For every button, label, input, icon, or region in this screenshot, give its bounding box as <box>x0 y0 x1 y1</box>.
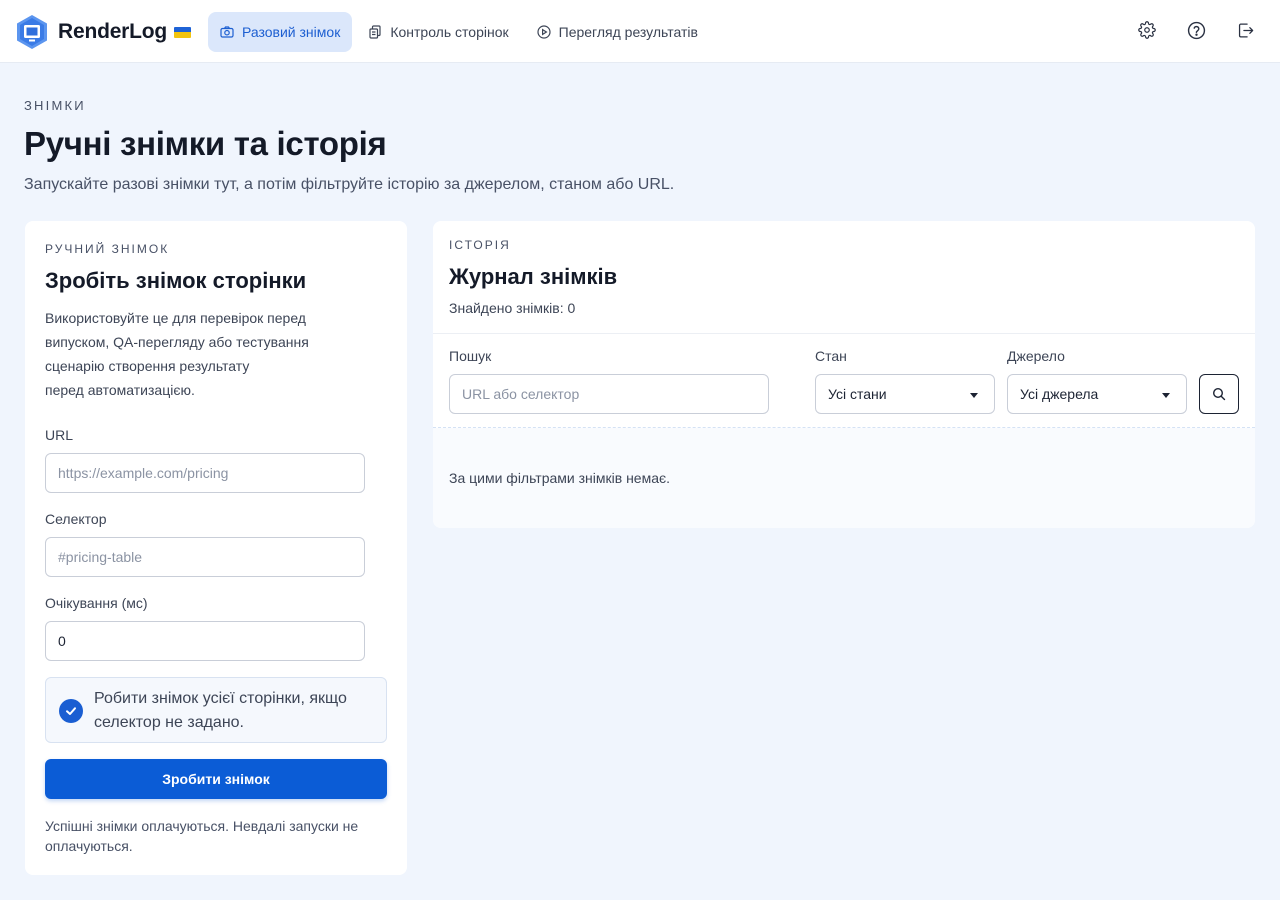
brand-name: RenderLog <box>58 20 168 43</box>
pages-copy-icon <box>368 25 382 39</box>
selector-input[interactable] <box>45 537 365 577</box>
checkmark-icon <box>66 707 76 715</box>
camera-icon <box>220 25 234 39</box>
gear-icon[interactable] <box>1136 19 1158 41</box>
source-select[interactable]: Усі джерела <box>1007 374 1187 414</box>
help-icon[interactable] <box>1185 19 1207 41</box>
state-select[interactable]: Усі стани <box>815 374 995 414</box>
wait-ms-input[interactable] <box>45 621 365 661</box>
card-eyebrow: РУЧНИЙ ЗНІМОК <box>45 242 170 256</box>
description-line: перед автоматизацією. <box>45 382 195 398</box>
description-line: Використовуйте це для перевірок перед <box>45 310 306 326</box>
tab-one-off-snapshot[interactable]: Разовий знімок <box>208 12 353 52</box>
tab-label: Контроль сторінок <box>390 24 509 40</box>
tab-results-review[interactable]: Перегляд результатів <box>525 12 710 52</box>
full-page-option[interactable]: Робити знімок усієї сторінки, якщо селек… <box>45 677 387 743</box>
state-select-value: Усі стани <box>828 386 887 402</box>
state-label: Стан <box>815 348 847 364</box>
caret-down-icon <box>970 393 978 398</box>
take-snapshot-button[interactable]: Зробити знімок <box>45 759 387 799</box>
option-line: Робити знімок усієї сторінки, якщо <box>94 690 347 707</box>
description-line: випуском, QA-перегляду або тестування <box>45 334 309 350</box>
divider <box>433 333 1255 334</box>
card-eyebrow: ІСТОРІЯ <box>449 238 511 252</box>
manual-snapshot-card: РУЧНИЙ ЗНІМОК Зробіть знімок сторінки Ви… <box>25 221 407 875</box>
caret-down-icon <box>1162 393 1170 398</box>
brand[interactable]: RenderLog <box>16 14 192 50</box>
results-count: Знайдено знімків: 0 <box>449 300 576 316</box>
search-label: Пошук <box>449 348 492 364</box>
card-description: Використовуйте це для перевірок перед ви… <box>45 306 345 402</box>
section-eyebrow: ЗНІМКИ <box>24 98 86 113</box>
search-input[interactable] <box>449 374 769 414</box>
history-card: ІСТОРІЯ Журнал знімків Знайдено знімків:… <box>433 221 1255 528</box>
full-page-option-text: Робити знімок усієї сторінки, якщо селек… <box>94 687 374 735</box>
empty-state-text: За цими фільтрами знімків немає. <box>449 470 671 486</box>
full-page-checkbox[interactable] <box>59 699 83 723</box>
selector-label: Селектор <box>45 511 107 527</box>
note-line: Успішні знімки оплачуються. Невдалі запу… <box>45 818 359 834</box>
source-select-value: Усі джерела <box>1020 386 1099 402</box>
top-nav-bar: RenderLog Разовий знімок Контроль сторін… <box>0 0 1280 63</box>
option-line: селектор не задано. <box>94 714 244 731</box>
page-title: Ручні знімки та історія <box>24 125 387 162</box>
card-title: Журнал знімків <box>449 264 618 289</box>
note-line: оплачуються. <box>45 838 133 854</box>
renderlog-logo-icon <box>16 14 48 50</box>
logout-icon[interactable] <box>1234 19 1256 41</box>
description-line: сценарію створення результату <box>45 358 250 374</box>
top-actions <box>1109 19 1256 41</box>
main-tabs: Разовий знімок Контроль сторінок Перегля… <box>208 12 714 52</box>
source-label: Джерело <box>1007 348 1065 364</box>
search-icon <box>1212 387 1226 401</box>
tab-label: Разовий знімок <box>242 24 341 40</box>
card-title: Зробіть знімок сторінки <box>45 268 307 293</box>
ukraine-flag-icon <box>174 26 192 38</box>
tab-label: Перегляд результатів <box>558 24 698 40</box>
url-label: URL <box>45 427 74 443</box>
page-subtitle: Запускайте разові знімки тут, а потім фі… <box>24 176 675 193</box>
play-circle-icon <box>537 25 551 39</box>
tab-page-monitoring[interactable]: Контроль сторінок <box>356 12 520 52</box>
url-input[interactable] <box>45 453 365 493</box>
wait-label: Очікування (мс) <box>45 595 148 611</box>
billing-note: Успішні знімки оплачуються. Невдалі запу… <box>45 816 385 856</box>
search-button[interactable] <box>1199 374 1239 414</box>
